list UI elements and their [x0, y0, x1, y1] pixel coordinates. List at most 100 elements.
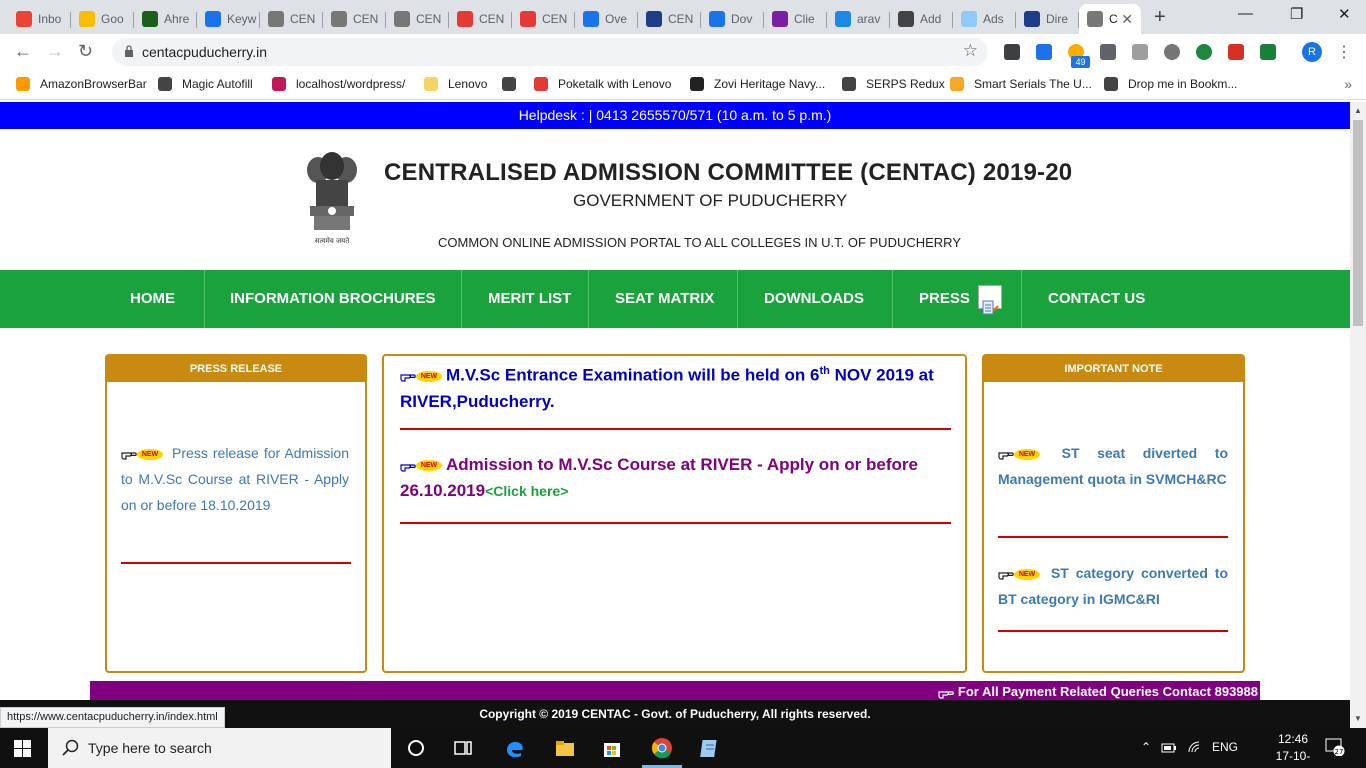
bookmark-item[interactable]: Zovi Heritage Navy...: [690, 77, 825, 91]
news-exam-text[interactable]: M.V.Sc Entrance Examination will be held…: [446, 366, 819, 385]
nav-downloads[interactable]: DOWNLOADS: [738, 270, 890, 328]
browser-tab[interactable]: arav: [827, 4, 890, 34]
bookmark-item[interactable]: Drop me in Bookm...: [1104, 77, 1237, 91]
address-bar[interactable]: centacpuducherry.in ☆: [112, 38, 988, 66]
taskbar-search-box[interactable]: Type here to search: [48, 728, 391, 768]
tab-label: Dire: [1046, 12, 1069, 26]
browser-tab[interactable]: Inbo: [8, 4, 71, 34]
forward-button[interactable]: →: [46, 41, 64, 62]
extension-share-icon[interactable]: [1100, 44, 1116, 60]
windows-taskbar: Type here to search ⌃ ENG 12:46 17-10-20…: [0, 728, 1366, 768]
store-icon[interactable]: [601, 737, 623, 759]
extension-leaf-icon[interactable]: [1260, 44, 1276, 60]
windows-start-icon[interactable]: [14, 740, 31, 757]
bookmark-item[interactable]: SERPS Redux: [842, 77, 945, 91]
nav-home[interactable]: HOME: [104, 270, 201, 328]
clock-time: 12:46: [1277, 732, 1309, 746]
bookmark-star-icon[interactable]: ☆: [963, 41, 978, 61]
browser-tab[interactable]: CEN: [512, 4, 575, 34]
chrome-icon[interactable]: [651, 737, 673, 759]
edge-icon[interactable]: [504, 737, 526, 759]
divider-line: [400, 428, 951, 430]
lock-icon[interactable]: [124, 45, 134, 57]
browser-tab[interactable]: Dire: [1016, 4, 1079, 34]
nav-information-brochures[interactable]: INFORMATION BROCHURES: [204, 270, 462, 328]
news-item-admission[interactable]: NEW Admission to M.V.Sc Course at RIVER -…: [400, 452, 950, 504]
national-emblem-icon: सत्यमेव जयते: [307, 152, 357, 245]
bookmark-item[interactable]: Poketalk with Lenovo: [534, 77, 671, 91]
minimize-button[interactable]: —: [1238, 5, 1253, 22]
nav-contact-us[interactable]: CONTACT US: [1022, 270, 1171, 328]
main-nav: HOME INFORMATION BROCHURES MERIT LIST SE…: [0, 270, 1350, 328]
nav-merit-list[interactable]: MERIT LIST: [462, 270, 597, 328]
scroll-up-icon[interactable]: ▲: [1354, 106, 1362, 115]
page-scrollbar[interactable]: ▲ ▼: [1350, 102, 1366, 728]
taskbar-clock[interactable]: 12:46 17-10-2019: [1266, 731, 1320, 768]
new-badge: NEW: [1014, 568, 1040, 580]
bookmark-item[interactable]: Lenovo: [424, 77, 487, 91]
divider-line: [121, 562, 351, 564]
notepad-icon[interactable]: [699, 737, 721, 759]
reload-button[interactable]: ↻: [78, 41, 93, 62]
bookmark-item[interactable]: Magic Autofill: [158, 77, 253, 91]
tray-expand-icon[interactable]: ⌃: [1141, 740, 1151, 754]
click-here-link[interactable]: <Click here>: [485, 483, 568, 499]
browser-tab[interactable]: CEN: [449, 4, 512, 34]
back-button[interactable]: ←: [14, 41, 32, 62]
bookmark-item[interactable]: Smart Serials The U...: [950, 77, 1092, 91]
marquee-text: For All Payment Related Queries Contact …: [957, 684, 1258, 699]
close-window-button[interactable]: ✕: [1338, 5, 1351, 23]
browser-tab[interactable]: Keyw: [197, 4, 260, 34]
note-item-st-category[interactable]: NEW ST category converted to BT category…: [998, 560, 1228, 612]
search-icon: [62, 739, 79, 756]
browser-tab[interactable]: C ✕: [1079, 4, 1141, 34]
nav-press[interactable]: PRESS: [893, 270, 1028, 328]
new-tab-button[interactable]: +: [1154, 6, 1166, 29]
press-release-item[interactable]: NEW Press release for Admission to M.V.S…: [121, 440, 349, 518]
extension-excel-icon[interactable]: [1196, 44, 1212, 60]
news-admission-text[interactable]: Admission to M.V.Sc Course at RIVER - Ap…: [400, 455, 918, 500]
task-view-icon[interactable]: [452, 737, 474, 759]
browser-tab[interactable]: CEN: [638, 4, 701, 34]
browser-tab[interactable]: CEN: [260, 4, 323, 34]
extension-check-icon[interactable]: [1036, 44, 1052, 60]
browser-tab[interactable]: Ahre: [134, 4, 197, 34]
extension-badge: 49: [1071, 56, 1090, 68]
extension-gear-icon[interactable]: [1164, 44, 1180, 60]
browser-tab[interactable]: Clie: [764, 4, 827, 34]
wifi-icon[interactable]: [1187, 740, 1203, 756]
extension-download-icon[interactable]: [1004, 44, 1020, 60]
nav-seat-matrix[interactable]: SEAT MATRIX: [589, 270, 740, 328]
bookmark-item[interactable]: [502, 77, 526, 91]
extension-pdf-icon[interactable]: [1132, 44, 1148, 60]
extension-alert-icon[interactable]: [1228, 44, 1244, 60]
browser-tab[interactable]: CEN: [386, 4, 449, 34]
cortana-icon[interactable]: [405, 737, 427, 759]
browser-tab[interactable]: Ads: [953, 4, 1016, 34]
bookmarks-more-icon[interactable]: »: [1344, 76, 1352, 92]
close-tab-icon[interactable]: ✕: [1121, 11, 1133, 28]
aj-icon: [1024, 11, 1040, 27]
bookmark-item[interactable]: AmazonBrowserBar: [16, 77, 147, 91]
browser-tab[interactable]: Add: [890, 4, 953, 34]
url-text[interactable]: centacpuducherry.in: [142, 44, 267, 60]
profile-avatar[interactable]: R: [1302, 42, 1322, 62]
browser-tab[interactable]: Ove: [575, 4, 638, 34]
scroll-thumb[interactable]: [1353, 120, 1363, 326]
new-badge: NEW: [137, 448, 163, 460]
bookmark-item[interactable]: localhost/wordpress/: [272, 77, 405, 91]
file-explorer-icon[interactable]: [554, 737, 576, 759]
language-indicator[interactable]: ENG: [1212, 740, 1238, 754]
search-placeholder[interactable]: Type here to search: [88, 740, 212, 756]
battery-icon[interactable]: [1161, 740, 1177, 756]
browser-tab[interactable]: CEN: [323, 4, 386, 34]
scroll-down-icon[interactable]: ▼: [1354, 714, 1362, 723]
browser-menu-icon[interactable]: ⋮: [1336, 42, 1352, 62]
note-item-st-seat[interactable]: NEW ST seat diverted to Management quota…: [998, 440, 1228, 492]
tab-label: arav: [857, 12, 881, 26]
notification-center-icon[interactable]: 27: [1325, 738, 1345, 756]
maximize-button[interactable]: ❐: [1290, 5, 1303, 23]
browser-tab[interactable]: Dov: [701, 4, 764, 34]
browser-tab[interactable]: Goo: [71, 4, 134, 34]
news-item-exam[interactable]: NEW M.V.Sc Entrance Examination will be h…: [400, 358, 950, 415]
